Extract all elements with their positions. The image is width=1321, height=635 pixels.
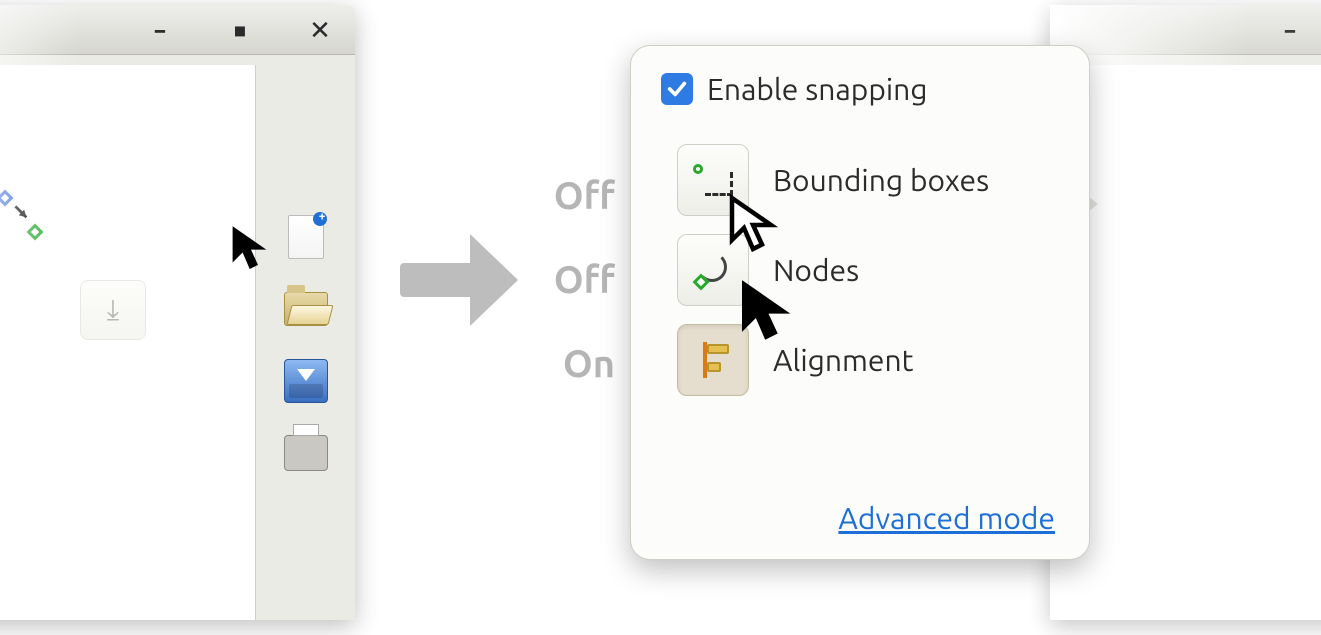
open-folder-button[interactable] (284, 287, 328, 331)
new-document-button[interactable] (284, 215, 328, 259)
option-state-column: Off Off On (505, 175, 615, 385)
state-bounding-boxes: Off (505, 175, 615, 217)
workspace (1050, 65, 1321, 620)
titlebar: − ◾ ✕ (1050, 5, 1321, 55)
folder-open-icon (284, 292, 328, 326)
snap-options-list: Bounding boxes Nodes Alignment (677, 144, 1059, 396)
snapping-popover: Enable snapping Bounding boxes Nodes Ali… (630, 45, 1090, 560)
option-alignment: Alignment (677, 324, 1059, 396)
close-button[interactable]: ✕ (305, 15, 335, 45)
minimize-button[interactable]: − (1275, 15, 1305, 45)
option-nodes: Nodes (677, 234, 1059, 306)
checkmark-icon (666, 78, 688, 100)
snap-arrow-icon (11, 202, 33, 224)
state-alignment: On (505, 343, 615, 385)
enable-snapping-checkbox[interactable] (661, 73, 693, 105)
download-icon: ⤓ (107, 294, 119, 327)
advanced-mode-link[interactable]: Advanced mode (838, 501, 1055, 535)
snap-status-icon (0, 190, 45, 240)
right-toolbar (255, 65, 355, 620)
ghost-download-button: ⤓ (80, 280, 146, 340)
bounding-boxes-toggle[interactable] (677, 144, 749, 216)
nodes-icon (693, 250, 733, 290)
nodes-toggle[interactable] (677, 234, 749, 306)
print-button[interactable] (284, 431, 328, 475)
new-document-icon (288, 215, 324, 259)
minimize-button[interactable]: − (145, 15, 175, 45)
option-label: Alignment (773, 343, 913, 377)
alignment-toggle[interactable] (677, 324, 749, 396)
option-label: Nodes (773, 253, 859, 287)
import-button[interactable] (284, 359, 328, 403)
popover-header: Enable snapping (661, 72, 1059, 106)
option-bounding-boxes: Bounding boxes (677, 144, 1059, 216)
bounding-box-icon (693, 164, 733, 196)
alignment-icon (693, 342, 733, 378)
state-nodes: Off (505, 259, 615, 301)
node-diamond-icon (27, 224, 44, 241)
window-right: − ◾ ✕ (1050, 5, 1321, 620)
advanced-mode-link-wrap: Advanced mode (838, 501, 1055, 535)
window-left: − ◾ ✕ te ✕ ⤓ (0, 5, 355, 620)
maximize-button[interactable]: ◾ (225, 15, 255, 45)
enable-snapping-label: Enable snapping (707, 72, 928, 106)
import-icon (284, 359, 328, 403)
titlebar: − ◾ ✕ (0, 5, 355, 55)
option-label: Bounding boxes (773, 163, 989, 197)
transition-arrow-icon (400, 230, 520, 330)
printer-icon (284, 435, 328, 471)
